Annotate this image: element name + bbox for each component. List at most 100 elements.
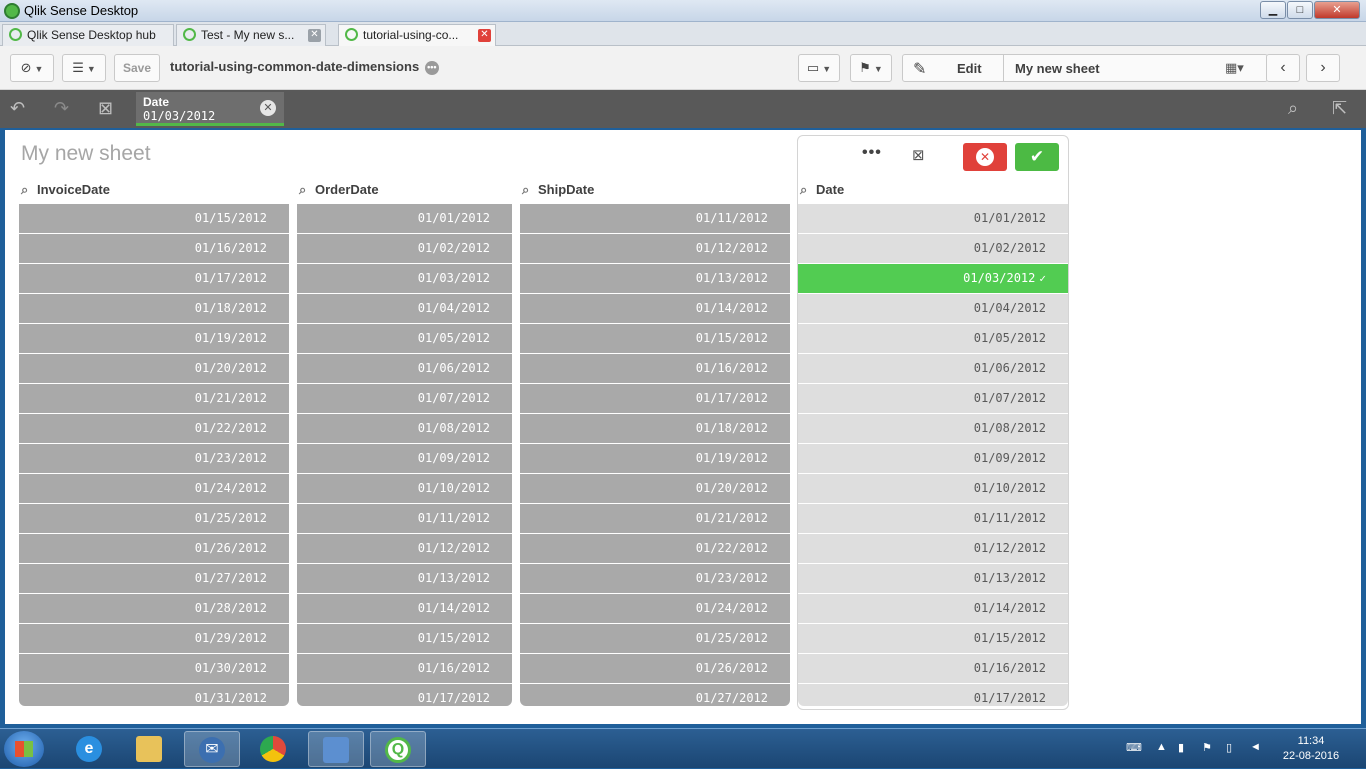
list-item[interactable]: 01/07/2012 — [798, 384, 1068, 414]
list-item-selected[interactable]: 01/03/2012 ✓ — [798, 264, 1068, 294]
list-item[interactable]: 01/15/2012 — [297, 624, 512, 654]
listbox-header[interactable]: ⌕ ShipDate — [520, 182, 790, 204]
close-tab-icon[interactable]: ✕ — [478, 29, 491, 42]
keyboard-icon[interactable]: ⌨ — [1126, 741, 1142, 754]
list-item[interactable]: 01/10/2012 — [798, 474, 1068, 504]
list-item[interactable]: 01/15/2012 — [520, 324, 790, 354]
selections-tool-icon[interactable]: ⇱ — [1332, 98, 1347, 119]
list-item[interactable]: 01/16/2012 — [520, 354, 790, 384]
list-item[interactable]: 01/09/2012 — [798, 444, 1068, 474]
edit-button[interactable]: Edit — [957, 61, 982, 76]
list-item[interactable]: 01/16/2012 — [297, 654, 512, 684]
previous-sheet-button[interactable]: ‹ — [1266, 54, 1300, 82]
list-item[interactable]: 01/20/2012 — [520, 474, 790, 504]
taskbar-remote-desktop[interactable] — [308, 731, 364, 767]
confirm-selection-button[interactable]: ✔ — [1015, 143, 1059, 171]
list-item[interactable]: 01/12/2012 — [297, 534, 512, 564]
list-item[interactable]: 01/15/2012 — [19, 204, 289, 234]
list-item[interactable]: 01/15/2012 — [798, 624, 1068, 654]
list-item[interactable]: 01/25/2012 — [520, 624, 790, 654]
list-item[interactable]: 01/31/2012 — [19, 684, 289, 706]
network-icon[interactable]: ▮ — [1178, 741, 1184, 754]
list-item[interactable]: 01/22/2012 — [19, 414, 289, 444]
list-item[interactable]: 01/04/2012 — [798, 294, 1068, 324]
taskbar-internet-explorer[interactable]: e — [62, 731, 118, 767]
system-clock[interactable]: 11:34 22-08-2016 — [1276, 734, 1346, 764]
step-forward-icon[interactable]: ↷ — [54, 98, 69, 119]
list-item[interactable]: 01/22/2012 — [520, 534, 790, 564]
list-item[interactable]: 01/21/2012 — [520, 504, 790, 534]
list-item[interactable]: 01/14/2012 — [297, 594, 512, 624]
list-item[interactable]: 01/02/2012 — [297, 234, 512, 264]
listbox-header[interactable]: ⌕ Date — [798, 182, 1068, 204]
list-item[interactable]: 01/27/2012 — [19, 564, 289, 594]
list-item[interactable]: 01/14/2012 — [520, 294, 790, 324]
taskbar-file-explorer[interactable] — [122, 731, 178, 767]
list-item[interactable]: 01/05/2012 — [297, 324, 512, 354]
list-item[interactable]: 01/11/2012 — [520, 204, 790, 234]
more-options-button[interactable]: ••• — [862, 144, 882, 162]
tab-tutorial[interactable]: tutorial-using-co... ✕ — [338, 24, 496, 47]
list-item[interactable]: 01/14/2012 — [798, 594, 1068, 624]
list-item[interactable]: 01/20/2012 — [19, 354, 289, 384]
sheets-grid-icon[interactable]: ▦▾ — [1225, 60, 1244, 76]
list-item[interactable]: 01/09/2012 — [297, 444, 512, 474]
volume-muted-icon[interactable]: ◄ — [1250, 741, 1261, 753]
list-item[interactable]: 01/13/2012 — [297, 564, 512, 594]
list-item[interactable]: 01/06/2012 — [297, 354, 512, 384]
clear-all-selections-icon[interactable]: ⊠ — [98, 98, 113, 119]
next-sheet-button[interactable]: › — [1306, 54, 1340, 82]
list-item[interactable]: 01/24/2012 — [19, 474, 289, 504]
bookmark-button[interactable]: ⚑ ▼ — [850, 54, 892, 82]
list-item[interactable]: 01/26/2012 — [520, 654, 790, 684]
clear-selection-icon[interactable]: ✕ — [260, 100, 276, 116]
list-item[interactable]: 01/21/2012 — [19, 384, 289, 414]
list-item[interactable]: 01/12/2012 — [798, 534, 1068, 564]
list-item[interactable]: 01/01/2012 — [798, 204, 1068, 234]
step-back-icon[interactable]: ↶ — [10, 98, 25, 119]
list-item[interactable]: 01/25/2012 — [19, 504, 289, 534]
list-item[interactable]: 01/06/2012 — [798, 354, 1068, 384]
list-item[interactable]: 01/29/2012 — [19, 624, 289, 654]
taskbar-thunderbird[interactable]: ✉ — [184, 731, 240, 767]
tab-hub[interactable]: Qlik Sense Desktop hub — [2, 24, 174, 46]
show-hidden-icons-icon[interactable]: ▲ — [1156, 741, 1167, 753]
close-window-button[interactable]: ✕ — [1314, 1, 1360, 19]
list-item[interactable]: 01/17/2012 — [19, 264, 289, 294]
list-item[interactable]: 01/18/2012 — [19, 294, 289, 324]
list-item[interactable]: 01/03/2012 — [297, 264, 512, 294]
list-item[interactable]: 01/11/2012 — [798, 504, 1068, 534]
list-item[interactable]: 01/04/2012 — [297, 294, 512, 324]
selection-chip-date[interactable]: Date 01/03/2012 ✕ — [136, 92, 284, 126]
list-item[interactable]: 01/23/2012 — [520, 564, 790, 594]
list-item[interactable]: 01/30/2012 — [19, 654, 289, 684]
start-button[interactable] — [4, 731, 44, 767]
list-item[interactable]: 01/28/2012 — [19, 594, 289, 624]
list-item[interactable]: 01/02/2012 — [798, 234, 1068, 264]
list-item[interactable]: 01/01/2012 — [297, 204, 512, 234]
list-item[interactable]: 01/26/2012 — [19, 534, 289, 564]
list-item[interactable]: 01/19/2012 — [19, 324, 289, 354]
list-item[interactable]: 01/11/2012 — [297, 504, 512, 534]
clear-selection-icon[interactable]: ⊠ — [912, 146, 925, 164]
taskbar-chrome[interactable] — [246, 731, 302, 767]
list-item[interactable]: 01/07/2012 — [297, 384, 512, 414]
list-item[interactable]: 01/19/2012 — [520, 444, 790, 474]
sheet-selector[interactable]: My new sheet — [1015, 61, 1100, 76]
list-item[interactable]: 01/13/2012 — [520, 264, 790, 294]
action-center-icon[interactable]: ⚑ — [1202, 741, 1212, 754]
list-item[interactable]: 01/17/2012 — [798, 684, 1068, 706]
list-item[interactable]: 01/16/2012 — [798, 654, 1068, 684]
list-item[interactable]: 01/17/2012 — [520, 384, 790, 414]
taskbar-qlik-sense[interactable]: Q — [370, 731, 426, 767]
search-icon[interactable]: ⌕ — [1288, 98, 1298, 119]
navigation-menu-button[interactable]: ⊘ ▼ — [10, 54, 54, 82]
close-tab-icon[interactable]: ✕ — [308, 29, 321, 42]
listbox-header[interactable]: ⌕ InvoiceDate — [19, 182, 289, 204]
list-item[interactable]: 01/23/2012 — [19, 444, 289, 474]
story-button[interactable]: ▭ ▼ — [798, 54, 840, 82]
list-item[interactable]: 01/08/2012 — [297, 414, 512, 444]
minimize-button[interactable]: ▁ — [1260, 1, 1286, 19]
power-icon[interactable]: ▯ — [1226, 741, 1232, 754]
list-item[interactable]: 01/05/2012 — [798, 324, 1068, 354]
